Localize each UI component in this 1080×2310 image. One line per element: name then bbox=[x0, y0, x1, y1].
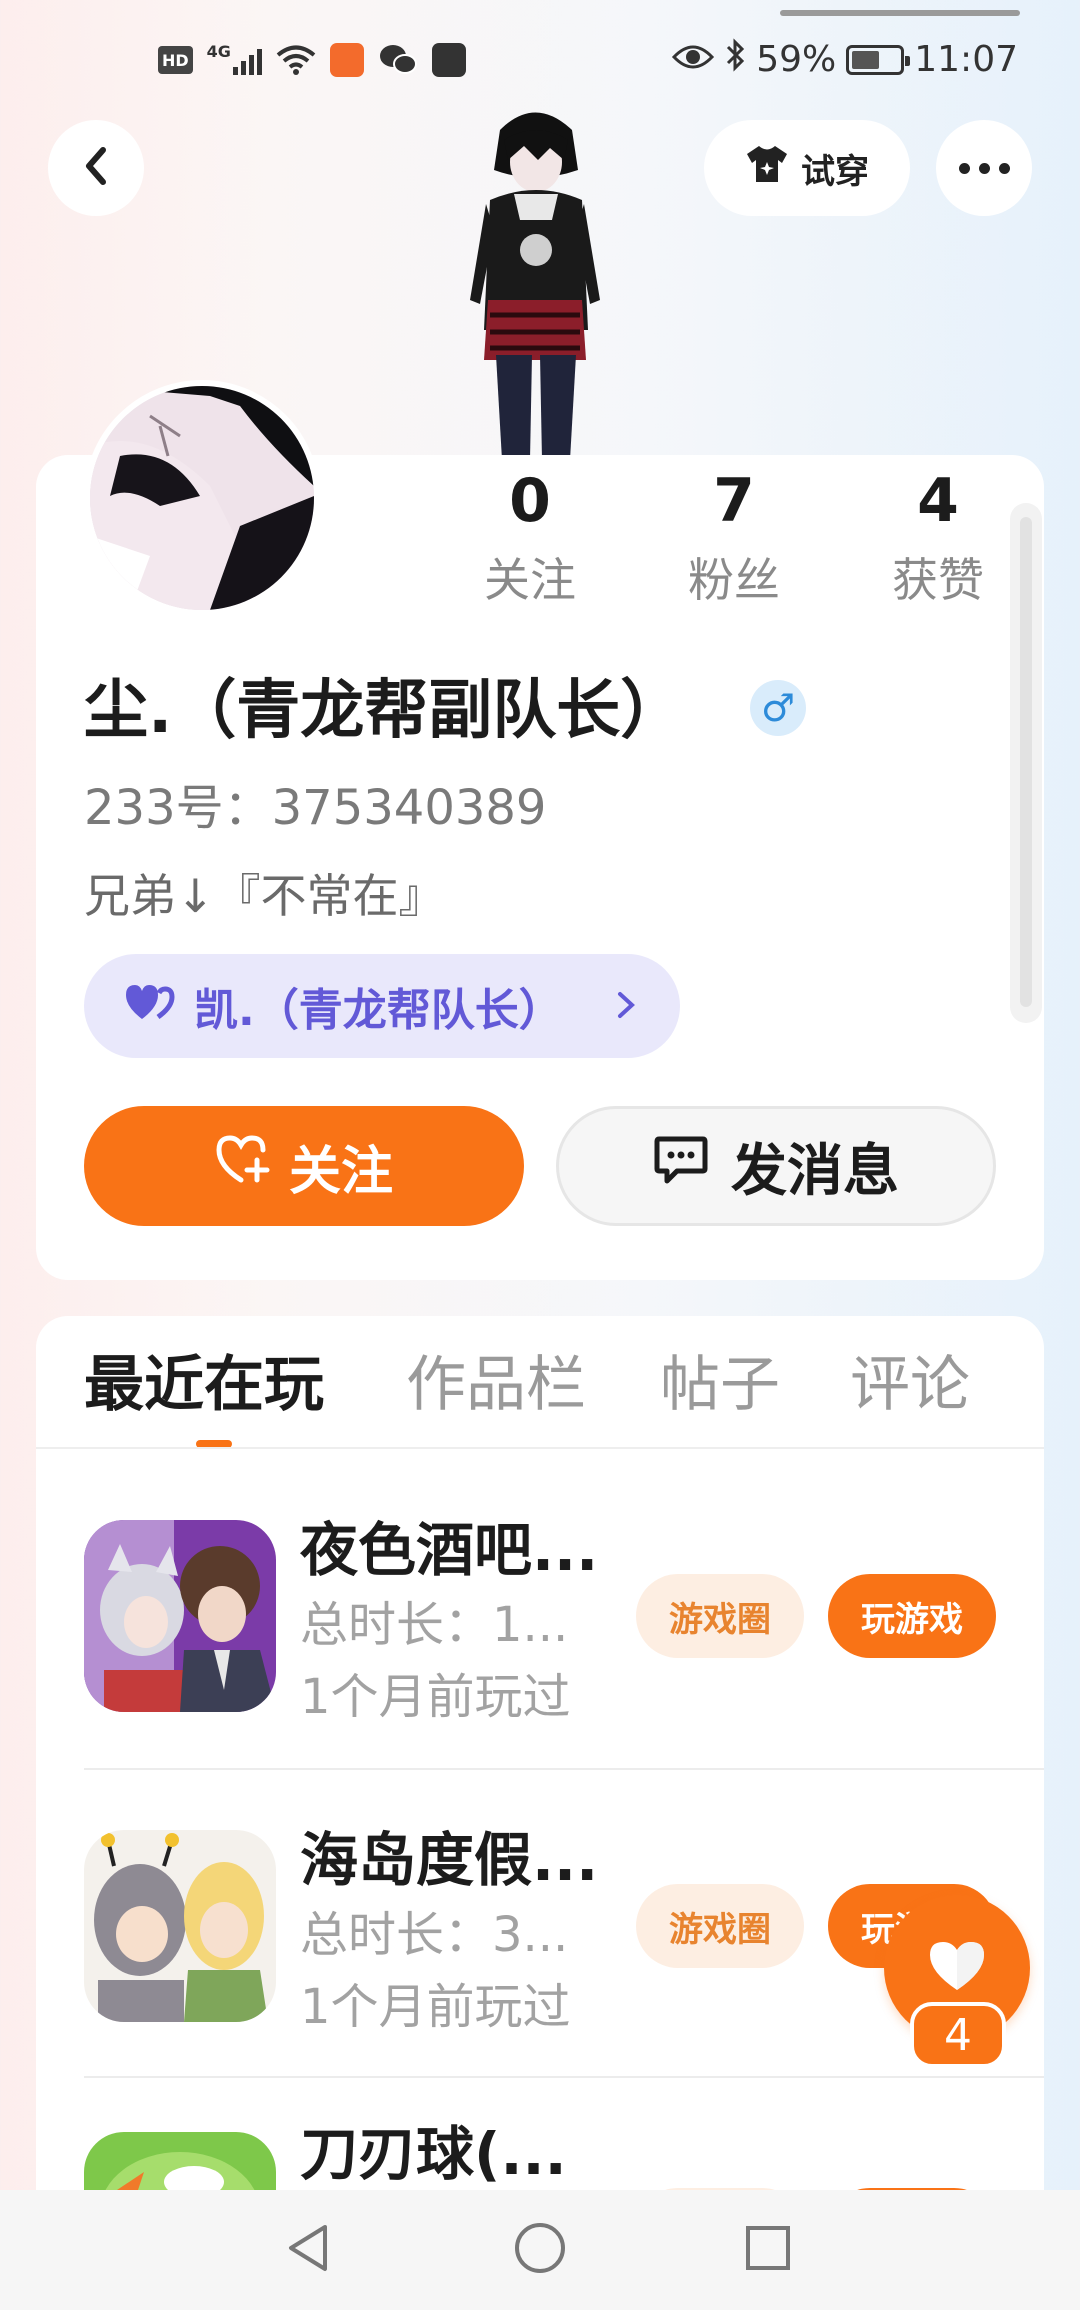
battery-icon bbox=[846, 44, 911, 75]
app-notification-icon bbox=[431, 43, 466, 77]
heart-icon bbox=[926, 1938, 988, 1998]
game-title: 夜色酒吧... bbox=[300, 1516, 599, 1584]
list-item[interactable]: 刀刃球(... bbox=[84, 2118, 1044, 2190]
eye-icon bbox=[672, 39, 715, 80]
tab-comments[interactable]: 评论 bbox=[850, 1340, 970, 1430]
nav-home-button[interactable] bbox=[508, 2218, 572, 2282]
play-game-button[interactable]: 玩游戏 bbox=[828, 1574, 996, 1658]
double-heart-icon bbox=[124, 981, 176, 1032]
status-right: 59% 11:07 bbox=[672, 38, 1018, 81]
wechat-icon bbox=[378, 42, 418, 78]
chevron-left-icon bbox=[79, 144, 113, 192]
message-label: 发消息 bbox=[731, 1138, 899, 1204]
follow-button[interactable]: 关注 bbox=[84, 1106, 524, 1226]
relation-label: 凯.（青龙帮队长） bbox=[194, 985, 563, 1036]
send-message-button[interactable]: 发消息 bbox=[556, 1106, 996, 1226]
hd-icon: HD bbox=[158, 46, 193, 74]
heart-plus-icon bbox=[215, 1134, 271, 1199]
nav-recents-button[interactable] bbox=[736, 2218, 800, 2282]
list-item[interactable]: 夜色酒吧... 总时长：1... 1个月前玩过 游戏圈 玩游戏 bbox=[84, 1500, 1044, 1810]
game-circle-button[interactable]: 游戏圈 bbox=[636, 1884, 804, 1968]
likes-label: 获赞 bbox=[892, 553, 984, 607]
game-last-played: 1个月前玩过 bbox=[300, 1669, 571, 1725]
triangle-back-icon bbox=[283, 2221, 333, 2279]
relation-tag[interactable]: 凯.（青龙帮队长） bbox=[84, 954, 680, 1058]
likes-count: 4 bbox=[917, 466, 959, 536]
more-options-button[interactable] bbox=[936, 120, 1032, 216]
top-handle bbox=[780, 10, 1020, 16]
battery-level bbox=[852, 50, 880, 69]
avatar-character-figure bbox=[460, 100, 610, 460]
nav-back-button[interactable] bbox=[276, 2218, 340, 2282]
avatar[interactable] bbox=[84, 380, 320, 616]
game-title: 刀刃球(... bbox=[300, 2120, 567, 2188]
tabs-divider bbox=[36, 1447, 1044, 1449]
stat-fans[interactable]: 7 粉丝 bbox=[644, 460, 824, 610]
status-left-icons: HD 4G bbox=[158, 42, 466, 78]
try-on-button[interactable]: 试穿 bbox=[704, 120, 910, 216]
like-count-badge: 4 bbox=[910, 2002, 1006, 2068]
bio: 兄弟↓『不常在』 bbox=[84, 869, 445, 923]
gender-male-icon: ♂ bbox=[750, 680, 806, 736]
game-circle-button[interactable]: 游戏圈 bbox=[636, 1574, 804, 1658]
row-divider bbox=[84, 2076, 1044, 2078]
fans-label: 粉丝 bbox=[688, 553, 780, 607]
battery-percent: 59% bbox=[756, 39, 837, 80]
square-recents-icon bbox=[743, 2223, 793, 2277]
game-last-played: 1个月前玩过 bbox=[300, 1979, 571, 2035]
game-title: 海岛度假... bbox=[300, 1826, 599, 1894]
taobao-app-icon bbox=[329, 43, 364, 77]
fans-count: 7 bbox=[713, 466, 755, 536]
scrollbar[interactable] bbox=[1010, 503, 1042, 1023]
profile-stats: 0 关注 7 粉丝 4 获赞 bbox=[440, 460, 1040, 610]
tshirt-icon bbox=[745, 144, 789, 193]
chat-bubble-icon bbox=[653, 1133, 709, 1199]
back-button[interactable] bbox=[48, 120, 144, 216]
wifi-icon bbox=[276, 42, 316, 78]
following-label: 关注 bbox=[484, 553, 576, 607]
try-on-label: 试穿 bbox=[801, 151, 869, 192]
stat-following[interactable]: 0 关注 bbox=[440, 460, 620, 610]
chevron-right-icon bbox=[614, 980, 638, 1041]
following-count: 0 bbox=[509, 466, 551, 536]
row-divider bbox=[84, 1768, 1044, 1770]
game-icon-night-bar bbox=[84, 1520, 276, 1712]
game-duration: 总时长：1... bbox=[300, 1597, 569, 1653]
clock: 11:07 bbox=[914, 39, 1018, 80]
tab-recently-played[interactable]: 最近在玩 bbox=[84, 1340, 324, 1430]
game-icon-blade-ball bbox=[84, 2132, 276, 2190]
user-id: 233号：375340389 bbox=[84, 780, 547, 836]
tab-works[interactable]: 作品栏 bbox=[406, 1340, 586, 1430]
username: 尘.（青龙帮副队长） bbox=[84, 674, 685, 748]
network-type-label: 4G bbox=[206, 42, 231, 61]
tab-posts[interactable]: 帖子 bbox=[660, 1340, 780, 1430]
follow-label: 关注 bbox=[288, 1141, 393, 1202]
more-dots-icon bbox=[958, 162, 970, 174]
game-duration: 总时长：3... bbox=[300, 1907, 569, 1963]
circle-home-icon bbox=[512, 2220, 568, 2280]
cellular-signal-icon: 4G bbox=[207, 42, 262, 78]
system-nav-bar bbox=[0, 2190, 1080, 2310]
stat-likes[interactable]: 4 获赞 bbox=[848, 460, 1028, 610]
game-icon-island-vacation bbox=[84, 1830, 276, 2022]
bluetooth-icon bbox=[724, 38, 746, 81]
